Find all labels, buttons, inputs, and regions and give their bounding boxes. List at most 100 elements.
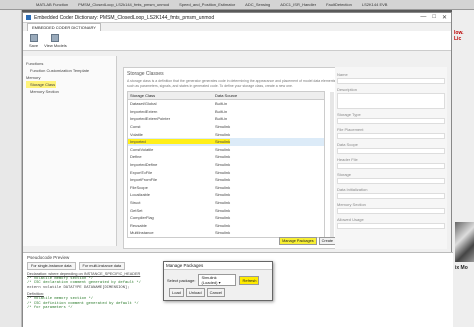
models-icon (51, 33, 60, 42)
background-right-panel (452, 10, 474, 327)
property-label: Description (337, 87, 358, 92)
data-source-cell: Simulink (215, 222, 231, 228)
property-field[interactable] (337, 78, 445, 84)
ribbon-button-label: Save (29, 42, 39, 48)
storage-class-cell: ImportFromFile (130, 177, 158, 183)
cancel-button[interactable]: Cancel (206, 288, 226, 297)
property-field[interactable] (337, 163, 445, 169)
table-row[interactable]: CompilerFlag Simulink (128, 214, 324, 222)
property-field[interactable] (337, 193, 445, 199)
tab-single-instance[interactable]: For single-instance data (27, 262, 76, 270)
storage-class-cell: ExportToFile (130, 169, 153, 175)
data-source-cell: Simulink (215, 177, 231, 183)
nav-item-memory-section[interactable]: Memory Section (26, 88, 113, 95)
save-button[interactable]: Save (29, 33, 39, 48)
table-row[interactable]: MultiInstance Simulink (128, 229, 324, 237)
property-field[interactable] (337, 178, 445, 184)
table-row[interactable]: Volatile Simulink (128, 130, 324, 138)
unload-button[interactable]: Unload (185, 288, 205, 297)
column-header-storage-class[interactable]: Storage Class (128, 93, 215, 98)
tab-multi-instance[interactable]: For multi-instance data (78, 262, 126, 270)
storage-class-cell: Volatile (130, 131, 143, 137)
maximize-icon[interactable]: □ (432, 14, 436, 21)
panel-title: Storage Classes (127, 71, 164, 77)
package-select[interactable]: Simulink (Loaded) ▾ (198, 274, 237, 286)
table-row[interactable]: GetSet Simulink (128, 206, 324, 214)
window-title: Embedded Coder Dictionary: PMSM_ClosedLo… (34, 14, 215, 21)
table-row[interactable]: ImportedExternPointer Built-in (128, 115, 324, 123)
background-tab[interactable]: ADC1_ISR_Handler (280, 2, 316, 7)
storage-classes-panel: Storage Classes A storage class is a def… (123, 67, 341, 249)
storage-class-cell: Struct (130, 200, 141, 206)
property-field[interactable] (337, 208, 445, 214)
data-source-cell: Simulink (215, 162, 231, 168)
ribbon-toolbar: Save View Models (23, 31, 451, 51)
minimize-icon[interactable]: — (420, 14, 426, 21)
table-row[interactable]: Imported Simulink (128, 137, 324, 146)
property-field[interactable] (337, 148, 445, 154)
property-label: Data Initialization (337, 187, 368, 192)
table-row[interactable]: Localizable Simulink (128, 191, 324, 199)
property-label: Allowed Usage (337, 217, 364, 222)
property-label: Data Scope (337, 142, 358, 147)
property-label: Memory Section (337, 202, 366, 207)
nav-item-functions[interactable]: Functions (26, 60, 113, 67)
property-label: Header File (337, 157, 358, 162)
table-row[interactable]: Reusable Simulink (128, 222, 324, 230)
background-right-image (455, 222, 474, 262)
nav-item-function-customization-template[interactable]: Function Customization Template (26, 67, 113, 74)
table-row[interactable]: Const Simulink (128, 123, 324, 131)
manage-packages-button[interactable]: Manage Packages (279, 237, 317, 245)
property-inspector: Name Description Storage Type File Placemen… (335, 67, 447, 249)
create-button[interactable]: Create (318, 237, 336, 245)
data-source-cell: Simulink (215, 192, 231, 198)
close-icon[interactable]: ✕ (442, 14, 447, 21)
background-tab[interactable]: Speed_and_Position_Estimator (179, 2, 235, 7)
table-row[interactable]: Define Simulink (128, 153, 324, 161)
background-right-text-2: ix Mo (455, 265, 468, 271)
table-row[interactable]: Dataset/Global Built-in (128, 100, 324, 108)
preview-title: Pseudocode Preview (27, 255, 70, 260)
save-icon (29, 33, 38, 42)
storage-class-cell: Imported (128, 139, 215, 145)
background-tab[interactable]: PMSM_ClosedLoop_LS2k144_fmts_pmsm_unmod (78, 2, 169, 7)
table-row[interactable]: ExportToFile Simulink (128, 168, 324, 176)
table-scrollbar[interactable] (330, 92, 334, 240)
code-line: /* for parameters */ (27, 306, 73, 311)
data-source-cell: Simulink (215, 146, 231, 152)
background-tab[interactable]: ADC_Sensing (245, 2, 270, 7)
refresh-button[interactable]: Refresh (239, 275, 260, 285)
property-label: Name (337, 72, 348, 77)
property-field[interactable] (337, 133, 445, 139)
load-button[interactable]: Load (169, 288, 184, 297)
table-row[interactable]: ImportFromFile Simulink (128, 176, 324, 184)
property-field[interactable] (337, 93, 445, 109)
background-tab[interactable]: MATLAB Function (36, 2, 68, 7)
tab-embedded-coder-dictionary[interactable]: EMBEDDED CODER DICTIONARY (27, 23, 101, 31)
data-source-cell: Built-in (215, 116, 228, 122)
storage-class-cell: ConstVolatile (130, 146, 154, 152)
table-row[interactable]: ImportedDefine Simulink (128, 161, 324, 169)
view-models-button[interactable]: View Models (44, 33, 67, 48)
panel-description: A storage class is a definition that the… (127, 79, 337, 88)
property-field[interactable] (337, 223, 445, 229)
property-field[interactable] (337, 118, 445, 124)
background-left-panel (0, 10, 22, 327)
property-label: File Placement (337, 127, 364, 132)
manage-packages-dialog: Manage Packages Select package: Simulink… (163, 261, 273, 301)
background-tab[interactable]: FaultDetection (326, 2, 352, 7)
data-source-cell: Simulink (215, 154, 231, 160)
table-row[interactable]: FileScope Simulink (128, 184, 324, 192)
nav-item-memory[interactable]: Memory (26, 74, 113, 81)
table-row[interactable]: ConstVolatile Simulink (128, 146, 324, 154)
column-header-data-source[interactable]: Data Source (215, 93, 237, 98)
nav-item-storage-class[interactable]: Storage Class (26, 81, 56, 88)
table-row[interactable]: Struct Simulink (128, 199, 324, 207)
data-source-cell: Built-in (215, 101, 228, 107)
background-tab[interactable]: LS2K144 EVB (362, 2, 388, 7)
window-titlebar: Embedded Coder Dictionary: PMSM_ClosedLo… (23, 13, 451, 23)
table-row[interactable]: ImportedExtern Built-in (128, 108, 324, 116)
data-source-cell: Simulink (215, 207, 231, 213)
ribbon-button-label: View Models (44, 42, 67, 48)
dialog-title: Manage Packages (164, 262, 272, 270)
